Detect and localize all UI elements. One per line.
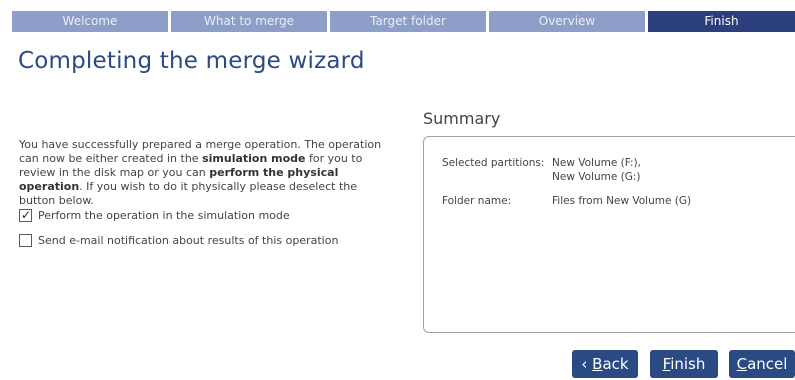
back-mnemonic: B bbox=[592, 355, 603, 373]
partitions-value: New Volume (F:), New Volume (G:) bbox=[552, 156, 641, 184]
summary-title: Summary bbox=[423, 109, 501, 128]
back-chevron-icon: ‹ bbox=[581, 355, 593, 373]
email-notification-label: Send e-mail notification about results o… bbox=[38, 234, 339, 247]
simulation-mode-checkbox[interactable]: ✓ bbox=[19, 208, 32, 222]
email-notification-checkbox[interactable] bbox=[19, 234, 32, 247]
summary-row-folder: Folder name: Files from New Volume (G) bbox=[442, 194, 691, 208]
partition-value-2: New Volume (G:) bbox=[552, 171, 641, 183]
partitions-label: Selected partitions: bbox=[442, 157, 545, 169]
folder-label: Folder name: bbox=[442, 195, 512, 207]
description-text: You have successfully prepared a merge o… bbox=[19, 138, 394, 208]
back-button[interactable]: ‹ Back bbox=[572, 350, 638, 378]
finish-button[interactable]: Finish bbox=[650, 350, 718, 378]
step-target-folder: Target folder bbox=[330, 11, 486, 32]
partition-value-1: New Volume (F:), bbox=[552, 157, 641, 169]
step-overview: Overview bbox=[489, 11, 645, 32]
step-finish: Finish bbox=[648, 11, 795, 32]
cancel-label-rest: ancel bbox=[747, 355, 788, 373]
summary-box: Selected partitions: New Volume (F:), Ne… bbox=[423, 136, 795, 333]
summary-row-partitions: Selected partitions: New Volume (F:), Ne… bbox=[442, 156, 641, 184]
step-what-to-merge: What to merge bbox=[171, 11, 327, 32]
wizard-steps: Welcome What to merge Target folder Over… bbox=[12, 11, 795, 32]
simulation-mode-label: Perform the operation in the simulation … bbox=[38, 209, 290, 222]
finish-label-rest: inish bbox=[670, 355, 706, 373]
email-notification-option[interactable]: Send e-mail notification about results o… bbox=[19, 234, 338, 247]
cancel-mnemonic: C bbox=[736, 355, 748, 373]
folder-value: Files from New Volume (G) bbox=[552, 195, 692, 207]
check-mark-icon: ✓ bbox=[20, 208, 32, 222]
page-title: Completing the merge wizard bbox=[18, 48, 365, 74]
step-welcome: Welcome bbox=[12, 11, 168, 32]
simulation-mode-option[interactable]: ✓ Perform the operation in the simulatio… bbox=[19, 208, 290, 222]
back-label-rest: ack bbox=[602, 355, 629, 373]
description-bold-simulation: simulation mode bbox=[202, 152, 306, 165]
cancel-button[interactable]: Cancel bbox=[729, 350, 795, 378]
